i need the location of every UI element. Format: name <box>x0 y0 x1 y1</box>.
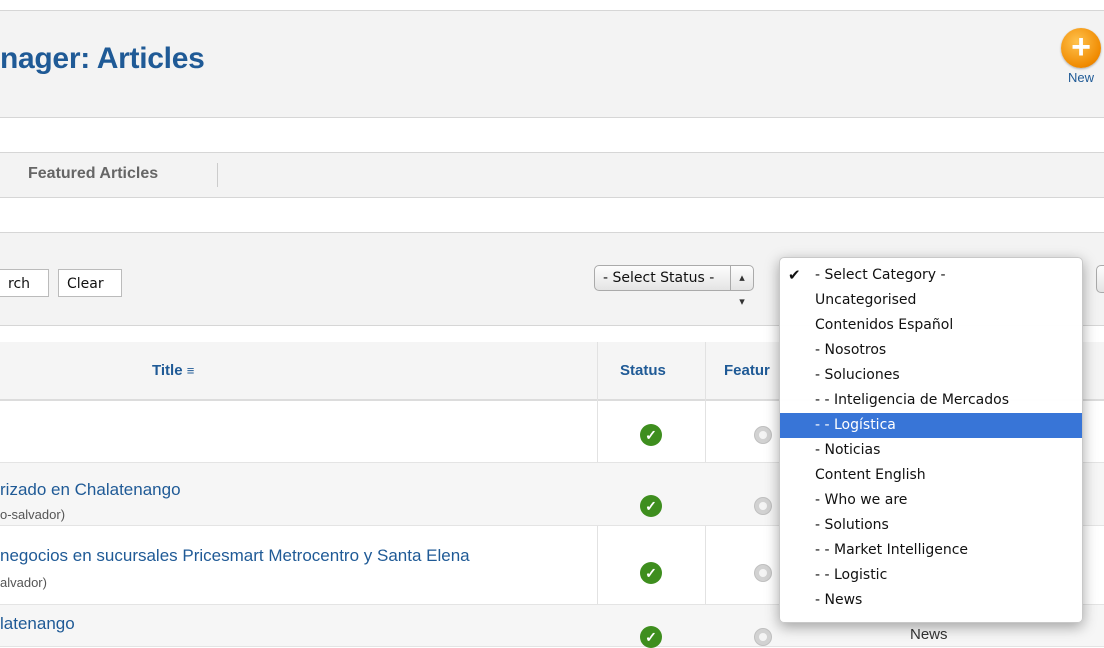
category-cell: News <box>910 626 948 643</box>
article-title-link[interactable]: negocios en sucursales Pricesmart Metroc… <box>0 546 470 566</box>
category-dropdown-menu[interactable]: ✔ - Select Category - Uncategorised Cont… <box>779 257 1083 623</box>
article-title-link[interactable]: rizado en Chalatenango <box>0 480 181 500</box>
status-select[interactable]: - Select Status - ▴ ▾ <box>594 265 754 308</box>
secondary-select[interactable] <box>1096 265 1104 293</box>
dropdown-option[interactable]: - Nosotros <box>780 338 1082 363</box>
dropdown-option[interactable]: - - Inteligencia de Mercados <box>780 388 1082 413</box>
dropdown-option[interactable]: ✔ - Select Category - <box>780 263 1082 288</box>
dropdown-option[interactable]: - Who we are <box>780 488 1082 513</box>
article-alias: o-salvador) <box>0 507 66 522</box>
dropdown-option[interactable]: - - Logistic <box>780 563 1082 588</box>
plus-icon: + <box>1061 28 1101 68</box>
submenu-divider <box>217 163 218 187</box>
new-button-label: New <box>1067 70 1094 85</box>
tab-featured-articles[interactable]: Featured Articles <box>28 165 158 183</box>
featured-toggle-icon[interactable] <box>754 426 772 444</box>
select-arrows-icon: ▴ ▾ <box>730 266 753 308</box>
sort-icon: ≡ <box>186 363 195 378</box>
dropdown-option[interactable]: - - Market Intelligence <box>780 538 1082 563</box>
dropdown-option[interactable]: Uncategorised <box>780 288 1082 313</box>
search-button[interactable]: rch <box>0 269 49 297</box>
dropdown-option[interactable]: Content English <box>780 463 1082 488</box>
published-check-icon[interactable]: ✓ <box>640 424 662 446</box>
status-select-value: - Select Status - <box>603 270 715 286</box>
column-header-status[interactable]: Status <box>620 362 666 379</box>
column-header-title[interactable]: Title ≡ <box>152 362 194 379</box>
dropdown-option[interactable]: - Soluciones <box>780 363 1082 388</box>
article-title-link[interactable]: latenango <box>0 614 75 634</box>
submenu: Featured Articles <box>0 152 1104 198</box>
article-alias: alvador) <box>0 575 47 590</box>
featured-toggle-icon[interactable] <box>754 497 772 515</box>
dropdown-option[interactable]: Contenidos Español <box>780 313 1082 338</box>
featured-toggle-icon[interactable] <box>754 628 772 646</box>
checkmark-icon: ✔ <box>788 266 801 284</box>
dropdown-option[interactable]: - Solutions <box>780 513 1082 538</box>
page-title: nager: Articles <box>0 42 205 75</box>
published-check-icon[interactable]: ✓ <box>640 626 662 648</box>
dropdown-option-highlighted[interactable]: - - Logística <box>780 413 1082 438</box>
published-check-icon[interactable]: ✓ <box>640 495 662 517</box>
featured-toggle-icon[interactable] <box>754 564 772 582</box>
dropdown-option[interactable]: - Noticias <box>780 438 1082 463</box>
column-header-featured[interactable]: Featur <box>724 362 770 379</box>
published-check-icon[interactable]: ✓ <box>640 562 662 584</box>
dropdown-option[interactable]: - News <box>780 588 1082 613</box>
clear-button[interactable]: Clear <box>58 269 122 297</box>
new-button[interactable]: + New <box>1058 28 1104 98</box>
